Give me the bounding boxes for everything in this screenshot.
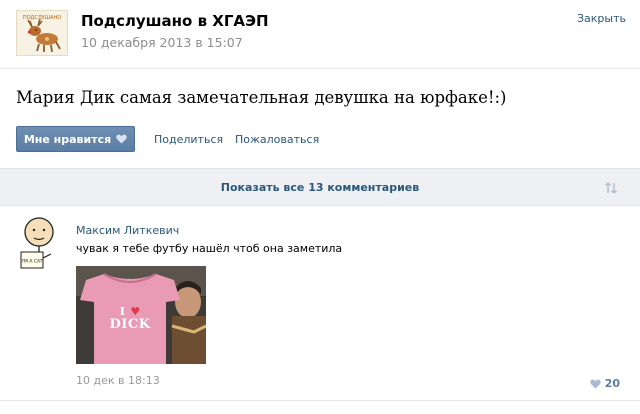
comment-like-button[interactable]: 20 xyxy=(589,374,620,393)
close-link[interactable]: Закрыть xyxy=(577,12,626,25)
report-link[interactable]: Пожаловаться xyxy=(235,133,319,146)
comment-text: чувак я тебе футбу нашёл чтоб она замети… xyxy=(76,242,343,255)
like-button[interactable]: Мне нравится xyxy=(16,126,135,152)
comment-like-count: 20 xyxy=(604,377,620,390)
avatar-sign-text: I'M A CAT xyxy=(21,259,42,265)
group-avatar[interactable]: ПОДСЛУШАНО xyxy=(16,10,68,56)
post-text: Мария Дик самая замечательная девушка на… xyxy=(16,88,507,107)
comment-author-link[interactable]: Максим Литкевич xyxy=(76,224,179,237)
photo-text-line2: DICK xyxy=(109,317,151,332)
post-date[interactable]: 10 декабря 2013 в 15:07 xyxy=(81,35,243,50)
show-all-comments-label: Показать все 13 комментариев xyxy=(220,181,420,194)
comment-author-avatar[interactable]: I'M A CAT xyxy=(16,214,62,272)
heart-icon xyxy=(589,374,601,393)
show-all-comments-bar[interactable]: Показать все 13 комментариев xyxy=(0,168,640,206)
heart-icon xyxy=(116,134,127,144)
group-name-link[interactable]: Подслушано в ХГАЭП xyxy=(81,12,269,30)
photo-tshirt-text: I ♥ DICK xyxy=(90,302,170,331)
comment-date[interactable]: 10 дек в 18:13 xyxy=(76,374,160,387)
comment-photo[interactable]: I ♥ DICK xyxy=(76,266,206,364)
bottom-divider xyxy=(0,400,640,401)
like-button-label: Мне нравится xyxy=(23,132,112,146)
share-link[interactable]: Поделиться xyxy=(154,133,223,146)
sort-arrows-icon[interactable] xyxy=(604,180,618,199)
header-divider xyxy=(0,68,640,69)
